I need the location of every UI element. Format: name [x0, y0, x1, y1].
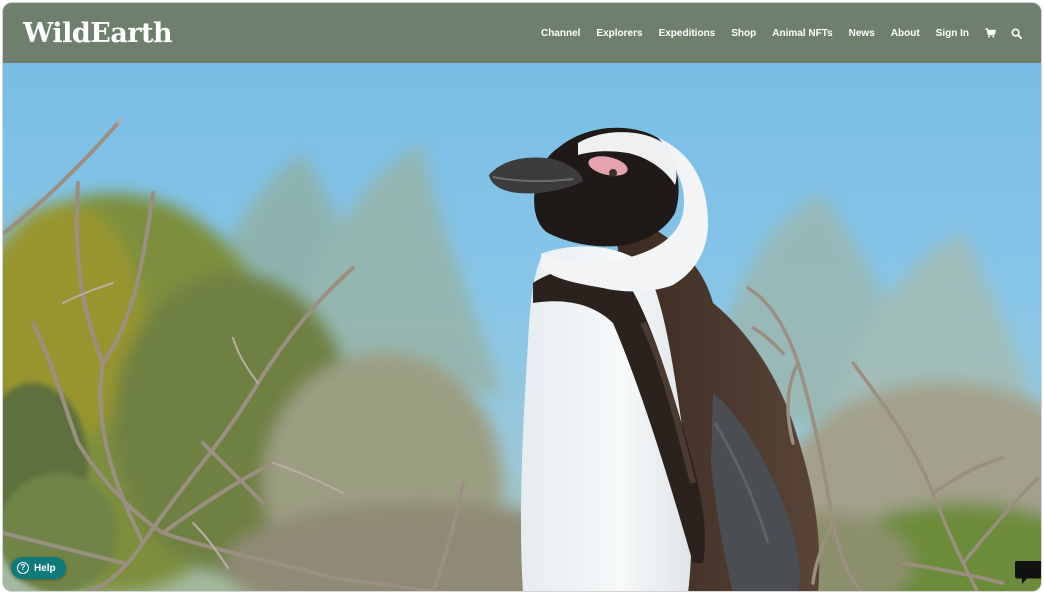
penguin-photo [3, 63, 1041, 591]
help-label: Help [34, 562, 56, 574]
cart-icon[interactable] [977, 23, 1003, 43]
main-nav: Channel Explorers Expeditions Shop Anima… [533, 23, 1029, 43]
nav-sign-in[interactable]: Sign In [928, 28, 977, 39]
nav-channel[interactable]: Channel [533, 28, 588, 39]
nav-about[interactable]: About [883, 28, 928, 39]
chat-bubble-icon[interactable] [1013, 559, 1041, 587]
site-header: WildEarth Channel Explorers Expeditions … [3, 3, 1041, 63]
nav-explorers[interactable]: Explorers [588, 28, 650, 39]
nav-news[interactable]: News [841, 28, 883, 39]
nav-expeditions[interactable]: Expeditions [651, 28, 724, 39]
hero-penguin-photo: ? Help [3, 63, 1041, 591]
nav-shop[interactable]: Shop [723, 28, 764, 39]
wildearth-logo[interactable]: WildEarth [23, 20, 173, 47]
help-button[interactable]: ? Help [11, 557, 66, 579]
browser-window: WildEarth Channel Explorers Expeditions … [2, 2, 1042, 592]
nav-animal-nfts[interactable]: Animal NFTs [764, 28, 840, 39]
question-circle-icon: ? [17, 562, 29, 574]
search-icon[interactable] [1003, 23, 1029, 43]
